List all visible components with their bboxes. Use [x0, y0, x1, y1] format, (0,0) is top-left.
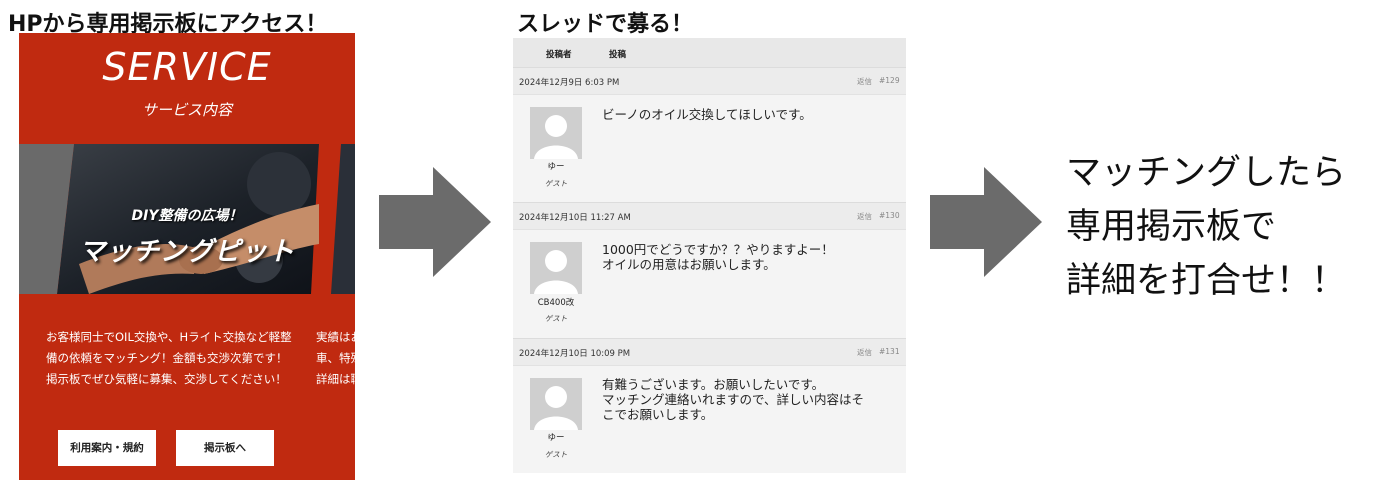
- message-line: 有難うございます。お願いしたいです。: [602, 377, 825, 392]
- message-line: こでお願いします。: [602, 407, 714, 422]
- default-user-avatar-icon: [534, 386, 578, 430]
- reply-link[interactable]: 返信: [857, 76, 872, 87]
- post-date: 2024年12月9日 6:03 PM: [519, 78, 620, 88]
- poster-name[interactable]: CB400改: [516, 296, 596, 308]
- post-date: 2024年12月10日 11:27 AM: [519, 213, 631, 223]
- terms-button[interactable]: 利用案内・規約: [58, 430, 156, 466]
- secondary-line: 車、特殊: [316, 351, 355, 365]
- final-line: 専用掲示板で: [1066, 207, 1277, 247]
- right-arrow-icon: [379, 167, 491, 277]
- caption-middle: スレッドで募る！: [517, 12, 694, 37]
- post-message: ビーノのオイル交換してほしいです。: [602, 107, 892, 122]
- post-message: 有難うございます。お願いしたいです。 マッチング連絡いれますので、詳しい内容はそ…: [602, 377, 892, 422]
- poster-role: ゲスト: [544, 450, 568, 459]
- post-message: 1000円でどうですか？？やりますよー！ オイルの用意はお願いします。: [602, 242, 892, 272]
- post-meta-bar: 2024年12月10日 11:27 AM 返信 #130: [513, 202, 906, 230]
- thread-panel: 投稿者 投稿 2024年12月9日 6:03 PM 返信 #129 ゆー ゲスト…: [513, 38, 906, 473]
- final-message: マッチングしたら 専用掲示板で 詳細を打合せ！！: [1066, 146, 1366, 308]
- poster-role: ゲスト: [544, 314, 568, 323]
- service-description: お客様同士でOIL交換や、Hライト交換など軽整備の依頼をマッチング！金額も交渉次…: [46, 330, 292, 386]
- reply-link[interactable]: 返信: [857, 211, 872, 222]
- poster-role: ゲスト: [544, 179, 568, 188]
- thread-header: 投稿者 投稿: [513, 38, 906, 68]
- right-arrow-icon: [930, 167, 1042, 277]
- service-title: SERVICE: [102, 45, 272, 89]
- post-number-link[interactable]: #130: [879, 211, 900, 220]
- post-number-link[interactable]: #131: [879, 347, 900, 356]
- post-number-link[interactable]: #129: [879, 76, 900, 85]
- secondary-line: 詳細は職: [316, 372, 355, 386]
- reply-link[interactable]: 返信: [857, 347, 872, 358]
- column-header-post: 投稿: [609, 50, 627, 60]
- message-line: オイルの用意はお願いします。: [602, 257, 776, 272]
- avatar: [530, 107, 582, 159]
- column-header-poster: 投稿者: [546, 50, 572, 60]
- poster-name[interactable]: ゆー: [516, 160, 596, 172]
- final-line: マッチングしたら: [1066, 153, 1347, 193]
- service-subtitle: サービス内容: [141, 101, 232, 119]
- post-date: 2024年12月10日 10:09 PM: [519, 349, 631, 359]
- message-line: ビーノのオイル交換してほしいです。: [602, 107, 812, 122]
- message-line: 1000円でどうですか？？やりますよー！: [602, 242, 834, 257]
- photo-caption-large: マッチングピット: [78, 237, 295, 267]
- avatar: [530, 378, 582, 430]
- default-user-avatar-icon: [534, 250, 578, 294]
- photo-caption-small: DIY整備の広場！: [131, 208, 243, 224]
- final-line: 詳細を打合せ！！: [1066, 261, 1347, 301]
- board-button[interactable]: 掲示板へ: [176, 430, 274, 466]
- service-panel: SERVICE サービス内容 DIY整備の広場！ マッチングピット お客様同士で…: [19, 33, 355, 480]
- message-line: マッチング連絡いれますので、詳しい内容はそ: [602, 392, 865, 407]
- default-user-avatar-icon: [534, 115, 578, 159]
- post-meta-bar: 2024年12月10日 10:09 PM 返信 #131: [513, 338, 906, 366]
- post-meta-bar: 2024年12月9日 6:03 PM 返信 #129: [513, 67, 906, 95]
- poster-name[interactable]: ゆー: [516, 431, 596, 443]
- secondary-line: 実績はお: [316, 330, 355, 344]
- avatar: [530, 242, 582, 294]
- service-description-secondary: 実績はお 車、特殊 詳細は職: [316, 327, 355, 390]
